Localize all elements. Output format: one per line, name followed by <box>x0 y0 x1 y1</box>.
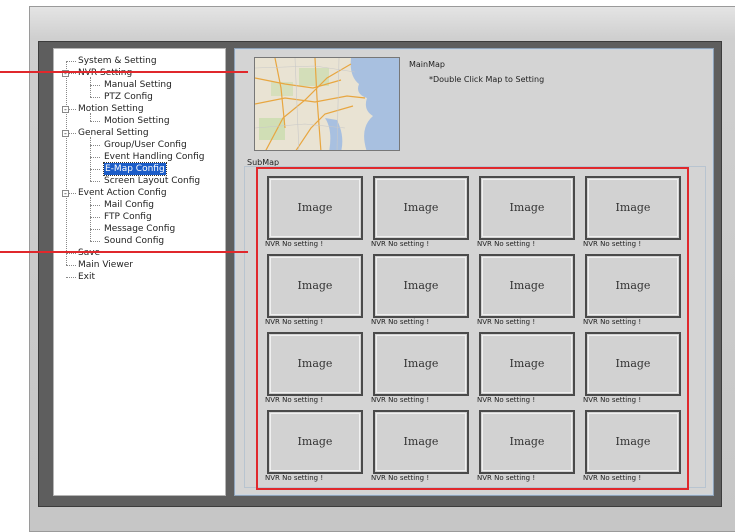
submap-slot-status: NVR No setting ! <box>583 240 642 248</box>
submap-slot-status: NVR No setting ! <box>477 474 536 482</box>
submap-image-slot[interactable]: Image <box>585 176 681 240</box>
tree-connector <box>90 241 100 242</box>
tree-item[interactable]: - Motion Setting <box>54 103 224 115</box>
tree-item-label-selected: E-Map Config <box>103 162 167 176</box>
settings-tree: System & Setting - NVR Setting Manual Setti… <box>53 48 226 496</box>
main-map-thumbnail[interactable] <box>254 57 400 151</box>
tree-connector <box>66 277 76 278</box>
tree-connector <box>90 229 100 230</box>
tree-item-label: Sound Config <box>104 236 165 246</box>
submap-image-slot[interactable]: Image <box>585 332 681 396</box>
main-map-title: MainMap <box>409 60 445 69</box>
tree-item-label: Manual Setting <box>104 80 172 90</box>
submap-image-slot[interactable]: Image <box>267 332 363 396</box>
tree-item[interactable]: Screen Layout Config <box>54 175 224 187</box>
tree-item-label: Event Handling Config <box>104 152 205 162</box>
submap-slot-status: NVR No setting ! <box>265 474 324 482</box>
submap-slot-status: NVR No setting ! <box>371 318 430 326</box>
tree-item[interactable]: Event Handling Config <box>54 151 224 163</box>
submap-slot-status: NVR No setting ! <box>477 318 536 326</box>
tree-item[interactable]: - General Setting <box>54 127 224 139</box>
tree-item[interactable]: FTP Config <box>54 211 224 223</box>
tree-item-label: General Setting <box>78 128 149 138</box>
submap-slot-status: NVR No setting ! <box>265 318 324 326</box>
submap-slot-status: NVR No setting ! <box>583 318 642 326</box>
submap-image-slot[interactable]: Image <box>373 332 469 396</box>
tree-item-label: Screen Layout Config <box>104 176 201 186</box>
tree-item[interactable]: Sound Config <box>54 235 224 247</box>
tree-item[interactable]: Mail Config <box>54 199 224 211</box>
tree-connector <box>90 97 100 98</box>
submap-image-slot[interactable]: Image <box>267 254 363 318</box>
tree-item-label: FTP Config <box>104 212 152 222</box>
tree-item[interactable]: Main Viewer <box>54 259 224 271</box>
tree-item-label: Motion Setting <box>104 116 170 126</box>
tree-item-label: Message Config <box>104 224 176 234</box>
submap-image-slot[interactable]: Image <box>267 176 363 240</box>
submap-slot-status: NVR No setting ! <box>371 240 430 248</box>
map-image <box>255 58 399 150</box>
tree-item[interactable]: Save <box>54 247 224 259</box>
tree-connector <box>90 217 100 218</box>
tree-item-label: Exit <box>78 272 96 282</box>
tree-connector <box>66 61 76 62</box>
tree-connector <box>90 205 100 206</box>
tree-item[interactable]: Group/User Config <box>54 139 224 151</box>
main-map-hint: *Double Click Map to Setting <box>429 75 545 84</box>
submap-image-slot[interactable]: Image <box>373 410 469 474</box>
tree-item[interactable]: E-Map Config <box>54 162 224 176</box>
tree-connector <box>90 169 100 170</box>
collapse-toggle-icon[interactable]: - <box>62 106 69 114</box>
tree-item-label: Save <box>78 248 101 258</box>
tree-item[interactable]: Motion Setting <box>54 115 224 127</box>
submap-slot-status: NVR No setting ! <box>477 396 536 404</box>
tree-item-label: NVR Setting <box>78 68 133 78</box>
tree-connector <box>90 181 100 182</box>
tree-item-label: Mail Config <box>104 200 155 210</box>
submap-slot-status: NVR No setting ! <box>371 474 430 482</box>
tree-item-label: PTZ Config <box>104 92 153 102</box>
tree-item[interactable]: Manual Setting <box>54 79 224 91</box>
callout-line-mainmap <box>0 71 248 73</box>
tree-connector <box>66 253 76 254</box>
callout-line-submap <box>0 251 248 253</box>
tree-connector <box>90 145 100 146</box>
submap-image-slot[interactable]: Image <box>585 410 681 474</box>
tree-item-label: Motion Setting <box>78 104 144 114</box>
submap-slot-status: NVR No setting ! <box>265 396 324 404</box>
submap-image-slot[interactable]: Image <box>585 254 681 318</box>
submap-slot-status: NVR No setting ! <box>583 396 642 404</box>
tree-item[interactable]: - NVR Setting <box>54 67 224 79</box>
submap-image-slot[interactable]: Image <box>479 176 575 240</box>
collapse-toggle-icon[interactable]: - <box>62 190 69 198</box>
tree-item[interactable]: Message Config <box>54 223 224 235</box>
tree-connector <box>90 157 100 158</box>
tree-connector <box>90 121 100 122</box>
submap-image-slot[interactable]: Image <box>373 254 469 318</box>
submap-slot-status: NVR No setting ! <box>477 240 536 248</box>
tree-item-label: System & Setting <box>78 56 157 66</box>
collapse-toggle-icon[interactable]: - <box>62 130 69 138</box>
tree-item[interactable]: PTZ Config <box>54 91 224 103</box>
submap-image-slot[interactable]: Image <box>479 410 575 474</box>
tree-item-label: Main Viewer <box>78 260 133 270</box>
submap-slot-status: NVR No setting ! <box>371 396 430 404</box>
tree-connector <box>66 265 76 266</box>
submap-slot-status: NVR No setting ! <box>265 240 324 248</box>
tree-item[interactable]: - Event Action Config <box>54 187 224 199</box>
tree-item[interactable]: System & Setting <box>54 55 224 67</box>
tree-item[interactable]: Exit <box>54 271 224 283</box>
tree-connector <box>90 85 100 86</box>
submap-image-slot[interactable]: Image <box>479 254 575 318</box>
submap-image-slot[interactable]: Image <box>479 332 575 396</box>
tree-item-label: Event Action Config <box>78 188 167 198</box>
submap-image-slot[interactable]: Image <box>267 410 363 474</box>
submap-image-slot[interactable]: Image <box>373 176 469 240</box>
submap-slot-status: NVR No setting ! <box>583 474 642 482</box>
tree-item-label: Group/User Config <box>104 140 187 150</box>
